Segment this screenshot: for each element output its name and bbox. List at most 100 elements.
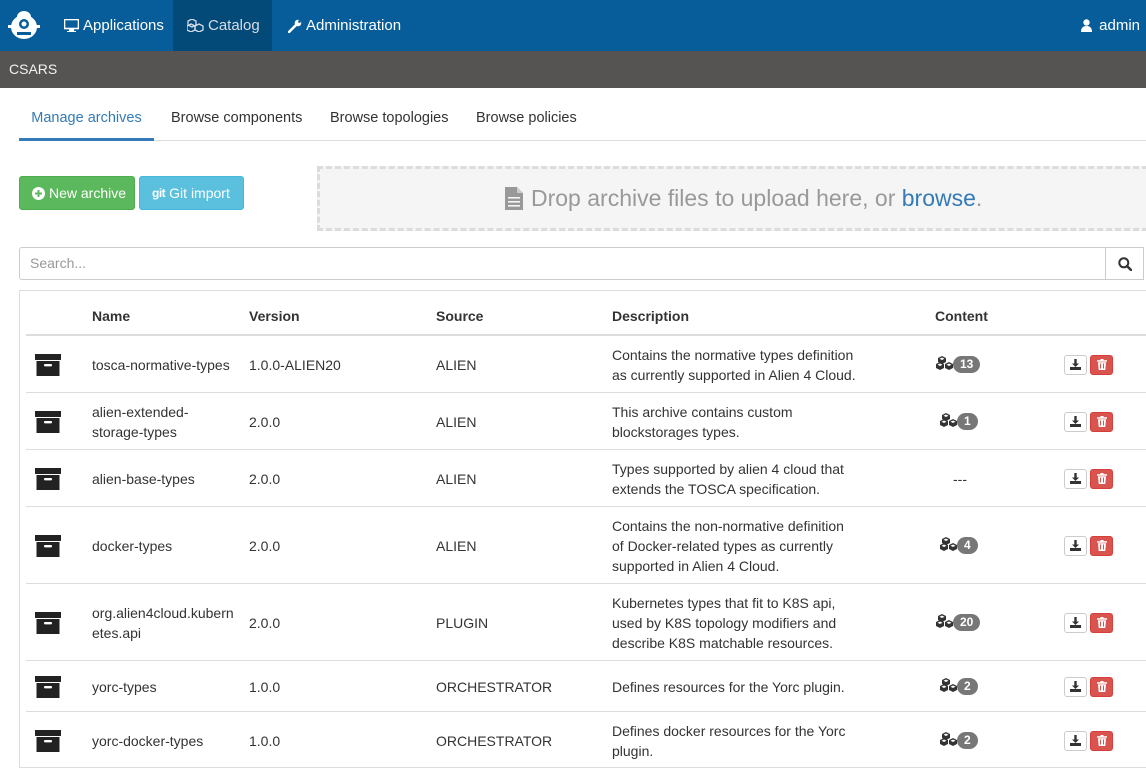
user-name: admin bbox=[1099, 17, 1140, 34]
trash-icon bbox=[1096, 540, 1107, 551]
archive-name-line: org.alien4cloud.kubern bbox=[92, 604, 234, 621]
content-count[interactable]: 2 bbox=[940, 731, 978, 749]
archive-name: alien-base-types bbox=[92, 469, 242, 489]
archive-name-line: storage-types bbox=[92, 423, 177, 440]
cubes-icon bbox=[936, 355, 954, 373]
archive-icon bbox=[35, 674, 61, 700]
download-button[interactable] bbox=[1064, 411, 1087, 432]
file-icon bbox=[505, 187, 523, 210]
table-row[interactable]: docker-types 2.0.0 ALIEN Contains the non-n… bbox=[26, 507, 1146, 584]
download-icon bbox=[1070, 735, 1081, 746]
archive-dropzone[interactable]: Drop archive files to upload here, or br… bbox=[317, 166, 1146, 231]
new-archive-button[interactable]: New archive bbox=[19, 176, 135, 210]
delete-button[interactable] bbox=[1090, 411, 1113, 432]
download-button[interactable] bbox=[1064, 354, 1087, 375]
search-icon bbox=[1117, 256, 1132, 271]
archive-description-line: plugin. bbox=[612, 742, 654, 759]
content-count[interactable]: 4 bbox=[940, 536, 978, 554]
nav-applications[interactable]: Applications bbox=[54, 0, 173, 51]
tab-manage-archives[interactable]: Manage archives bbox=[19, 97, 154, 141]
trash-icon bbox=[1096, 473, 1107, 484]
nav-catalog-label: Catalog bbox=[208, 17, 260, 34]
archive-name-line: etes.api bbox=[92, 624, 142, 641]
delete-button[interactable] bbox=[1090, 730, 1113, 751]
delete-button[interactable] bbox=[1090, 354, 1113, 375]
nav-administration[interactable]: Administration bbox=[276, 0, 406, 51]
archive-description: Defines resources for the Yorc plugin. bbox=[612, 677, 902, 697]
tab-browse-components[interactable]: Browse components bbox=[171, 97, 302, 141]
archive-description: Types supported by alien 4 cloud that ext… bbox=[612, 459, 902, 499]
archive-description-line: blockstorages types. bbox=[612, 423, 740, 440]
git-icon: git bbox=[152, 186, 166, 200]
tab-browse-topologies[interactable]: Browse topologies bbox=[330, 97, 449, 141]
delete-button[interactable] bbox=[1090, 468, 1113, 489]
download-button[interactable] bbox=[1064, 612, 1087, 633]
table-row[interactable]: org.alien4cloud.kubern etes.api 2.0.0 PLUGI… bbox=[26, 584, 1146, 661]
cubes-icon bbox=[940, 536, 958, 554]
archive-name-line: docker-types bbox=[92, 537, 173, 554]
archive-description-line: Defines resources for the Yorc plugin. bbox=[612, 678, 845, 695]
delete-button[interactable] bbox=[1090, 535, 1113, 556]
browse-link[interactable]: browse bbox=[902, 185, 976, 212]
cubes-icon bbox=[940, 412, 958, 430]
content-count[interactable]: 20 bbox=[936, 613, 981, 631]
cubes-icon bbox=[940, 731, 958, 749]
logo-icon[interactable] bbox=[6, 7, 42, 43]
content-count[interactable]: 1 bbox=[940, 412, 978, 430]
download-icon bbox=[1070, 617, 1081, 628]
header-name[interactable]: Name bbox=[92, 291, 130, 335]
archive-description-line: This archive contains custom bbox=[612, 403, 793, 420]
table-row[interactable]: alien-base-types 2.0.0 ALIEN Types supporte… bbox=[26, 450, 1146, 507]
archive-description: Defines docker resources for the Yorc plu… bbox=[612, 721, 902, 761]
header-source[interactable]: Source bbox=[436, 291, 483, 335]
download-button[interactable] bbox=[1064, 535, 1087, 556]
content-badge: 2 bbox=[957, 677, 978, 695]
download-button[interactable] bbox=[1064, 730, 1087, 751]
delete-button[interactable] bbox=[1090, 676, 1113, 697]
content-badge: 20 bbox=[953, 613, 981, 631]
archive-source: ALIEN bbox=[436, 537, 477, 554]
trash-icon bbox=[1096, 416, 1107, 427]
search-button[interactable] bbox=[1105, 247, 1144, 280]
archive-name: alien-extended-storage-types bbox=[92, 402, 242, 442]
git-import-label: Git import bbox=[169, 185, 230, 201]
content-badge: 13 bbox=[953, 355, 981, 373]
git-import-button[interactable]: git Git import bbox=[139, 176, 244, 210]
search-input[interactable]: Search... bbox=[19, 247, 1106, 280]
archive-version: 1.0.0-ALIEN20 bbox=[249, 356, 341, 373]
archive-icon bbox=[35, 533, 61, 559]
delete-button[interactable] bbox=[1090, 612, 1113, 633]
header-content: Content bbox=[935, 308, 988, 324]
archive-description: Kubernetes types that fit to K8S api, use… bbox=[612, 593, 902, 653]
header-version[interactable]: Version bbox=[249, 291, 300, 335]
archive-name-line: alien-extended- bbox=[92, 403, 189, 420]
content-count[interactable]: 2 bbox=[940, 677, 978, 695]
table-row[interactable]: tosca-normative-types 1.0.0-ALIEN20 ALIEN C… bbox=[26, 336, 1146, 393]
download-button[interactable] bbox=[1064, 468, 1087, 489]
header-description[interactable]: Description bbox=[612, 291, 689, 335]
download-icon bbox=[1070, 681, 1081, 692]
trash-icon bbox=[1096, 735, 1107, 746]
archive-description-line: Kubernetes types that fit to K8S api, bbox=[612, 594, 836, 611]
archive-version: 1.0.0 bbox=[249, 732, 281, 749]
table-row[interactable]: yorc-types 1.0.0 ORCHESTRATOR Defines resou… bbox=[26, 661, 1146, 712]
content-count[interactable]: 13 bbox=[936, 355, 981, 373]
user-menu[interactable]: admin bbox=[1081, 0, 1140, 51]
nav-catalog[interactable]: Catalog bbox=[173, 0, 272, 51]
nav-administration-label: Administration bbox=[306, 17, 402, 34]
archive-version: 1.0.0 bbox=[249, 678, 281, 695]
archive-description: This archive contains custom blockstorage… bbox=[612, 402, 902, 442]
table-row[interactable]: yorc-docker-types 1.0.0 ORCHESTRATOR Define… bbox=[26, 712, 1146, 767]
table-row[interactable]: alien-extended-storage-types 2.0.0 ALIEN Th… bbox=[26, 393, 1146, 450]
download-icon bbox=[1070, 540, 1081, 551]
download-button[interactable] bbox=[1064, 676, 1087, 697]
archive-name: yorc-docker-types bbox=[92, 731, 242, 751]
nav-applications-label: Applications bbox=[83, 17, 164, 34]
archive-name: tosca-normative-types bbox=[92, 355, 242, 375]
archive-icon bbox=[35, 728, 61, 754]
tab-browse-policies[interactable]: Browse policies bbox=[476, 97, 577, 141]
top-navbar: Applications Catalog Administration admi… bbox=[0, 0, 1146, 51]
archive-source: ALIEN bbox=[436, 356, 477, 373]
archive-source: ALIEN bbox=[436, 470, 477, 487]
archive-name: yorc-types bbox=[92, 677, 242, 697]
